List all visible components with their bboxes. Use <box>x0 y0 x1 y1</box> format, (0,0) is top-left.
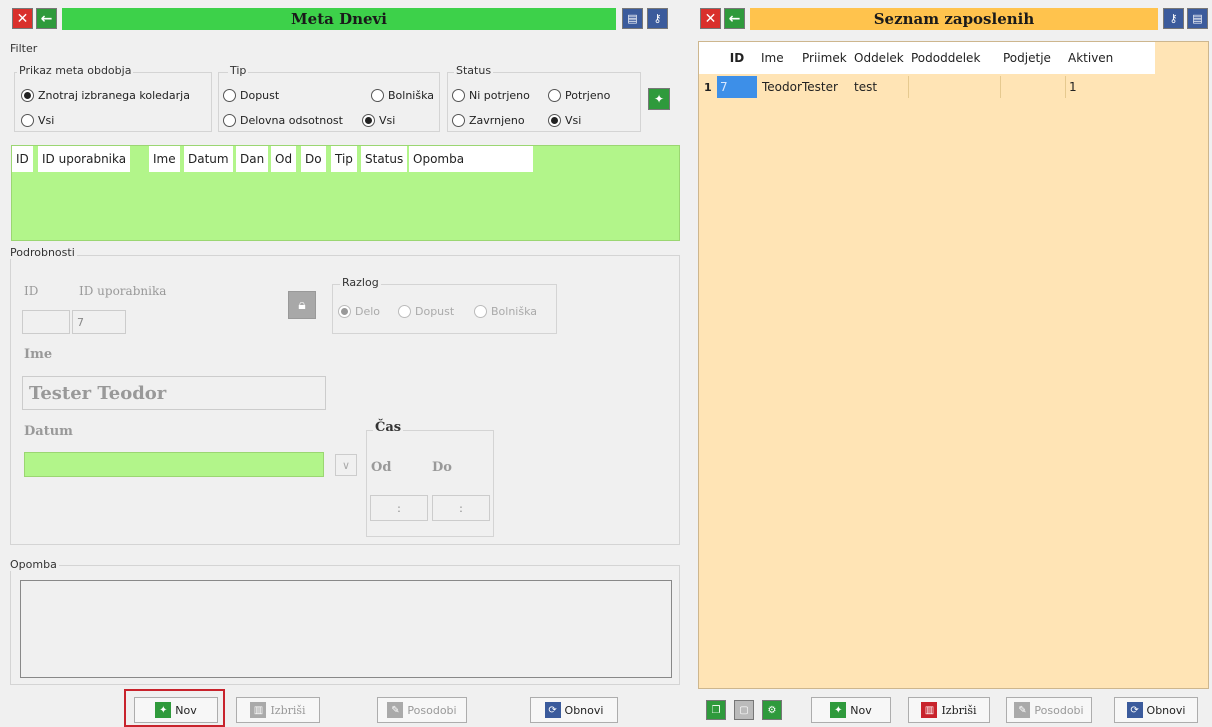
delete-button[interactable]: ▥ Izbriši <box>908 697 990 723</box>
col-date[interactable]: Datum <box>184 146 233 172</box>
left-title-text: Meta Dnevi <box>291 10 387 28</box>
col-day[interactable]: Dan <box>236 146 269 172</box>
col-company[interactable]: Podjetje <box>999 42 1055 74</box>
cell-id[interactable]: 7 <box>717 76 757 98</box>
cell-subdepartment[interactable] <box>908 76 1000 98</box>
magic-wand-icon: ✦ <box>155 702 172 718</box>
clipboard-icon[interactable]: ▢ <box>734 700 754 720</box>
note-label: Opomba <box>8 558 59 571</box>
time-to-field[interactable]: : <box>432 495 490 521</box>
radio-period-calendar[interactable]: Znotraj izbranega koledarja <box>21 89 190 102</box>
radio-reason-leave[interactable]: Dopust <box>398 305 454 318</box>
lock-icon[interactable]: 🔒︎ <box>288 291 316 319</box>
calendar-icon[interactable]: ▤ <box>622 8 643 29</box>
cell-last-name[interactable]: Tester <box>799 76 851 98</box>
col-name[interactable]: Ime <box>149 146 180 172</box>
col-active[interactable]: Aktiven <box>1064 42 1118 74</box>
row-number: 1 <box>704 80 712 94</box>
refresh-icon: ⟳ <box>1126 702 1143 718</box>
details-label: Podrobnosti <box>8 246 77 259</box>
radio-status-all[interactable]: Vsi <box>548 114 581 127</box>
period-group-label: Prikaz meta obdobja <box>17 64 134 77</box>
update-button[interactable]: ✎ Posodobi <box>377 697 467 723</box>
copy-icon[interactable]: ❐ <box>706 700 726 720</box>
col-first-name[interactable]: Ime <box>757 42 788 74</box>
radio-reason-work[interactable]: Delo <box>338 305 380 318</box>
col-subdepartment[interactable]: Pododdelek <box>907 42 985 74</box>
reason-label: Razlog <box>340 276 381 289</box>
back-icon[interactable]: ← <box>724 8 745 29</box>
calendar-icon[interactable]: ▤ <box>1187 8 1208 29</box>
row-header-corner <box>699 42 717 74</box>
col-to[interactable]: Do <box>301 146 326 172</box>
right-title: Seznam zaposlenih <box>750 8 1158 30</box>
magic-wand-icon[interactable]: ✦ <box>648 88 670 110</box>
gear-icon[interactable]: ⚙ <box>762 700 782 720</box>
left-title: Meta Dnevi <box>62 8 616 30</box>
employee-table[interactable] <box>698 41 1209 689</box>
col-type[interactable]: Tip <box>331 146 357 172</box>
edit-icon: ✎ <box>387 702 404 718</box>
note-textarea[interactable] <box>20 580 672 678</box>
back-icon[interactable]: ← <box>36 8 57 29</box>
meta-table-header: ID ID uporabnika Ime Datum Dan Od Do Tip… <box>12 146 533 172</box>
to-label: Do <box>432 460 452 475</box>
id-field[interactable] <box>22 310 70 334</box>
name-label: Ime <box>24 347 53 362</box>
radio-type-all[interactable]: Vsi <box>362 114 395 127</box>
status-group-label: Status <box>454 64 494 77</box>
col-id[interactable]: ID <box>12 146 33 172</box>
radio-status-rejected[interactable]: Zavrnjeno <box>452 114 525 127</box>
filter-label: Filter <box>8 42 40 55</box>
cell-department[interactable]: test <box>851 76 908 98</box>
chevron-down-icon[interactable]: ∨ <box>335 454 357 476</box>
id-label: ID <box>24 284 39 298</box>
radio-type-leave[interactable]: Dopust <box>223 89 279 102</box>
col-id[interactable]: ID <box>717 42 757 74</box>
radio-type-work-absence[interactable]: Delovna odsotnost <box>223 114 343 127</box>
col-from[interactable]: Od <box>271 146 297 172</box>
col-user-id[interactable]: ID uporabnika <box>38 146 131 172</box>
delete-button[interactable]: ▥ Izbriši <box>236 697 320 723</box>
refresh-button[interactable]: ⟳ Obnovi <box>530 697 618 723</box>
cell-active[interactable]: 1 <box>1065 76 1155 98</box>
refresh-icon: ⟳ <box>544 702 561 718</box>
new-button[interactable]: ✦ Nov <box>811 697 891 723</box>
table-row[interactable]: 1 7 Teodor Tester test 1 <box>699 76 1155 98</box>
type-group-label: Tip <box>228 64 249 77</box>
key-icon[interactable]: ⚷ <box>1163 8 1184 29</box>
refresh-button[interactable]: ⟳ Obnovi <box>1114 697 1198 723</box>
col-department[interactable]: Oddelek <box>850 42 908 74</box>
edit-icon: ✎ <box>1014 702 1031 718</box>
radio-type-sick[interactable]: Bolniška <box>371 89 434 102</box>
from-label: Od <box>371 460 392 475</box>
radio-period-all[interactable]: Vsi <box>21 114 54 127</box>
time-label: Čas <box>373 420 404 435</box>
col-status[interactable]: Status <box>361 146 408 172</box>
trash-icon: ▥ <box>921 702 938 718</box>
date-label: Datum <box>24 424 73 439</box>
right-title-text: Seznam zaposlenih <box>873 10 1035 28</box>
new-button[interactable]: ✦ Nov <box>134 697 218 723</box>
user-id-label: ID uporabnika <box>79 284 167 298</box>
cell-company[interactable] <box>1000 76 1065 98</box>
date-input[interactable] <box>24 452 324 477</box>
magic-wand-icon: ✦ <box>830 702 847 718</box>
close-icon[interactable]: ✕ <box>700 8 721 29</box>
radio-status-unconfirmed[interactable]: Ni potrjeno <box>452 89 530 102</box>
radio-status-confirmed[interactable]: Potrjeno <box>548 89 610 102</box>
employee-table-header: ID Ime Priimek Oddelek Pododdelek Podjet… <box>717 42 1155 74</box>
trash-icon: ▥ <box>250 702 267 718</box>
col-note[interactable]: Opomba <box>409 146 533 172</box>
cell-first-name[interactable]: Teodor <box>759 76 802 98</box>
name-field[interactable]: Tester Teodor <box>22 376 326 410</box>
update-button[interactable]: ✎ Posodobi <box>1006 697 1092 723</box>
radio-reason-sick[interactable]: Bolniška <box>474 305 537 318</box>
col-last-name[interactable]: Priimek <box>798 42 851 74</box>
time-from-field[interactable]: : <box>370 495 428 521</box>
close-icon[interactable]: ✕ <box>12 8 33 29</box>
user-id-field[interactable]: 7 <box>72 310 126 334</box>
key-icon[interactable]: ⚷ <box>647 8 668 29</box>
